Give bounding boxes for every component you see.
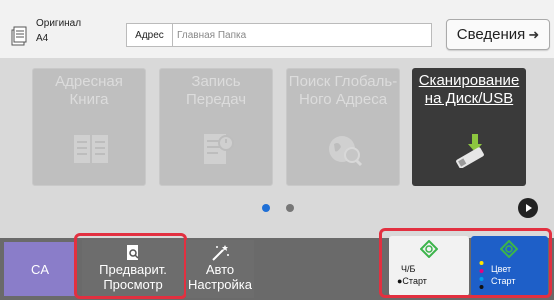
- page-indicator-active: [262, 204, 270, 212]
- auto-label: Настройка: [188, 277, 252, 292]
- tile-global-address-search[interactable]: Поиск Глобаль- Ного Адреса: [286, 68, 400, 186]
- original-label: Оригинал: [36, 18, 82, 29]
- tile-label: Сканирование: [418, 72, 520, 89]
- ca-button[interactable]: CA: [4, 242, 76, 296]
- highlight-frame: [379, 228, 552, 298]
- tile-label: Ного Адреса: [298, 91, 388, 108]
- highlight-frame: [74, 233, 187, 299]
- details-label: Сведения: [456, 26, 526, 43]
- scanner-screen: Оригинал A4 Адрес Главная Папка Сведения…: [0, 0, 554, 300]
- original-size: A4: [36, 33, 49, 44]
- details-button[interactable]: Сведения ➜: [446, 19, 550, 50]
- tile-label: Книга: [69, 91, 109, 108]
- original-document-icon: [11, 26, 27, 46]
- tile-scan-to-usb[interactable]: Сканирование на Диск/USB: [412, 68, 526, 186]
- transmission-log-icon: [204, 134, 234, 164]
- auto-setting-button[interactable]: Авто Настройка: [186, 240, 254, 298]
- auto-label: Авто: [205, 262, 235, 277]
- tile-label: Запись Передач: [185, 73, 247, 108]
- page-indicator: [286, 204, 294, 212]
- address-book-icon: [74, 135, 108, 163]
- usb-drive-icon: [456, 134, 484, 168]
- tile-address-book[interactable]: Адресная Книга: [32, 68, 146, 186]
- address-field[interactable]: Главная Папка: [172, 23, 432, 47]
- arrow-right-icon: ➜: [528, 26, 540, 42]
- tile-label: Адресная: [55, 73, 123, 90]
- tile-label: Поиск Глобаль-: [288, 73, 398, 90]
- next-page-button[interactable]: [518, 198, 538, 218]
- play-right-icon: [526, 204, 532, 212]
- tile-transmission-log[interactable]: Запись Передач: [159, 68, 273, 186]
- magic-wand-icon: [212, 245, 229, 261]
- tile-label: на Диск/USB: [424, 90, 514, 107]
- top-bar: Оригинал A4 Адрес Главная Папка Сведения…: [0, 0, 554, 58]
- globe-search-icon: [329, 136, 363, 167]
- function-tiles-area: Адресная Книга Запись Передач Поиск Глоб…: [0, 58, 554, 238]
- address-button[interactable]: Адрес: [126, 23, 172, 47]
